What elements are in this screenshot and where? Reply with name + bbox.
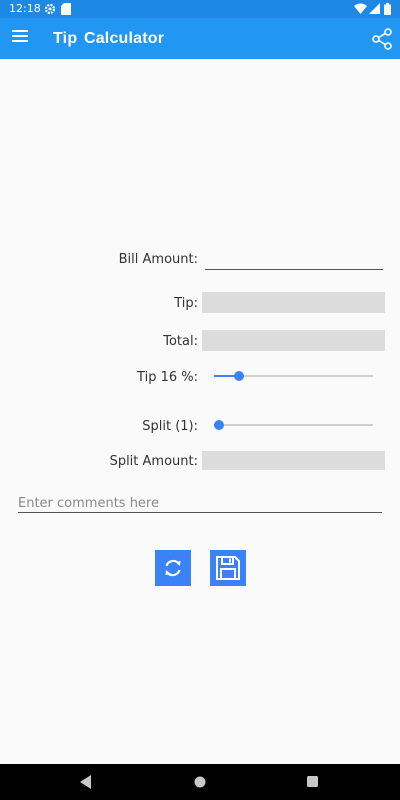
home-icon[interactable] xyxy=(194,776,206,788)
save-button[interactable] xyxy=(210,550,246,586)
refresh-button[interactable] xyxy=(155,550,191,586)
split-label: Split (1): xyxy=(142,419,198,434)
total-field xyxy=(202,330,385,351)
tip-percent-label: Tip 16 %: xyxy=(137,370,198,385)
app-bar: Tip Calculator xyxy=(0,18,400,59)
sd-card-icon xyxy=(61,3,71,15)
settings-icon xyxy=(44,3,56,15)
signal-icon xyxy=(369,3,380,14)
save-icon xyxy=(216,556,240,580)
total-label: Total: xyxy=(163,334,198,349)
navigation-bar xyxy=(0,764,400,800)
menu-icon[interactable] xyxy=(12,30,30,44)
tip-label: Tip: xyxy=(174,296,198,311)
refresh-icon xyxy=(165,559,181,577)
comments-input[interactable] xyxy=(18,494,382,513)
tip-field xyxy=(202,292,385,313)
share-icon[interactable] xyxy=(371,28,393,50)
split-thumb[interactable] xyxy=(214,420,225,430)
recents-icon[interactable] xyxy=(307,776,318,787)
battery-icon xyxy=(384,3,391,15)
tip-percent-slider[interactable] xyxy=(214,369,373,383)
app-title: Tip Calculator xyxy=(53,30,165,47)
split-amount-field xyxy=(202,451,385,470)
wifi-icon xyxy=(354,3,367,14)
split-slider[interactable] xyxy=(214,418,373,432)
back-icon[interactable] xyxy=(80,775,92,789)
split-amount-label: Split Amount: xyxy=(109,454,198,469)
status-time: 12:18 xyxy=(9,2,41,15)
bill-amount-input[interactable] xyxy=(205,251,383,270)
bill-amount-label: Bill Amount: xyxy=(118,252,198,267)
tip-percent-thumb[interactable] xyxy=(234,371,245,381)
status-bar: 12:18 xyxy=(0,0,400,18)
